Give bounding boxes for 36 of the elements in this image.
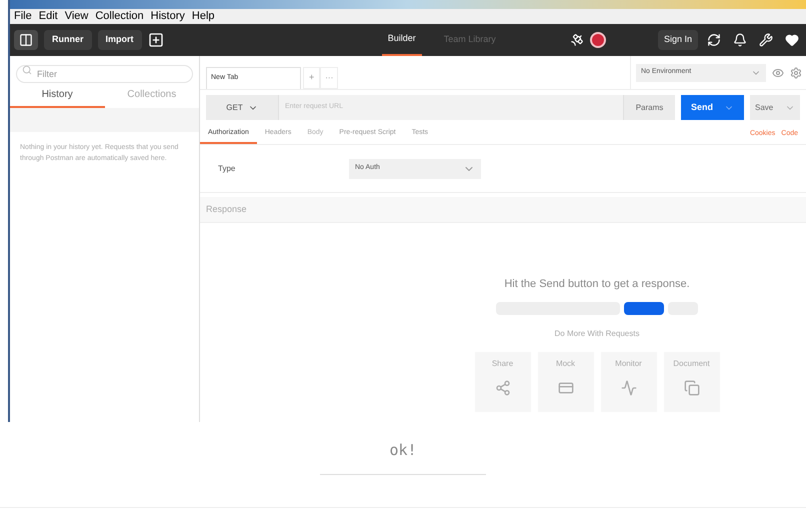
save-button[interactable]: Save	[750, 95, 800, 120]
type-label: Type	[218, 162, 236, 174]
menu-item[interactable]: Edit	[38, 8, 58, 25]
heart-icon[interactable]	[785, 33, 799, 47]
new-window-icon[interactable]	[148, 32, 164, 48]
menu-item[interactable]: Collection	[95, 8, 144, 25]
send-hint: Hit the Send button to get a response.	[504, 277, 690, 292]
do-more-heading: Do More With Requests	[554, 328, 640, 340]
search-icon	[22, 65, 32, 75]
pulse-icon	[620, 380, 636, 396]
eye-icon[interactable]	[772, 66, 784, 78]
filter-field[interactable]: Filter	[16, 65, 193, 83]
params-button[interactable]: Params	[623, 95, 675, 120]
bell-icon[interactable]	[733, 33, 747, 47]
refresh-icon[interactable]	[707, 33, 721, 47]
satellite-icon[interactable]	[570, 33, 584, 47]
add-tab-button[interactable]: +	[303, 67, 320, 89]
send-button[interactable]: Send	[681, 95, 744, 120]
toolbar-tab[interactable]: Builder	[382, 24, 422, 56]
toolbar-button[interactable]: Runner	[44, 30, 92, 50]
menu-item[interactable]: View	[64, 8, 88, 25]
menu-item[interactable]: File	[14, 8, 32, 25]
caption: ok!	[389, 440, 417, 461]
toolbar-button[interactable]: Import	[98, 30, 142, 50]
sync-icon[interactable]	[590, 32, 606, 48]
more-tabs-button[interactable]: ···	[320, 67, 338, 89]
share-icon	[494, 380, 510, 396]
documents-icon	[684, 380, 700, 396]
sidebar-toggle-button[interactable]	[14, 30, 38, 50]
method-dropdown[interactable]: GET	[206, 95, 278, 120]
menu-item[interactable]: History	[150, 8, 185, 25]
sign-in-button[interactable]: Sign In	[658, 30, 698, 50]
card-icon	[558, 380, 574, 396]
panel-icon	[19, 33, 33, 47]
menu-item[interactable]: Help	[192, 8, 215, 25]
response-header: Response	[200, 197, 806, 223]
